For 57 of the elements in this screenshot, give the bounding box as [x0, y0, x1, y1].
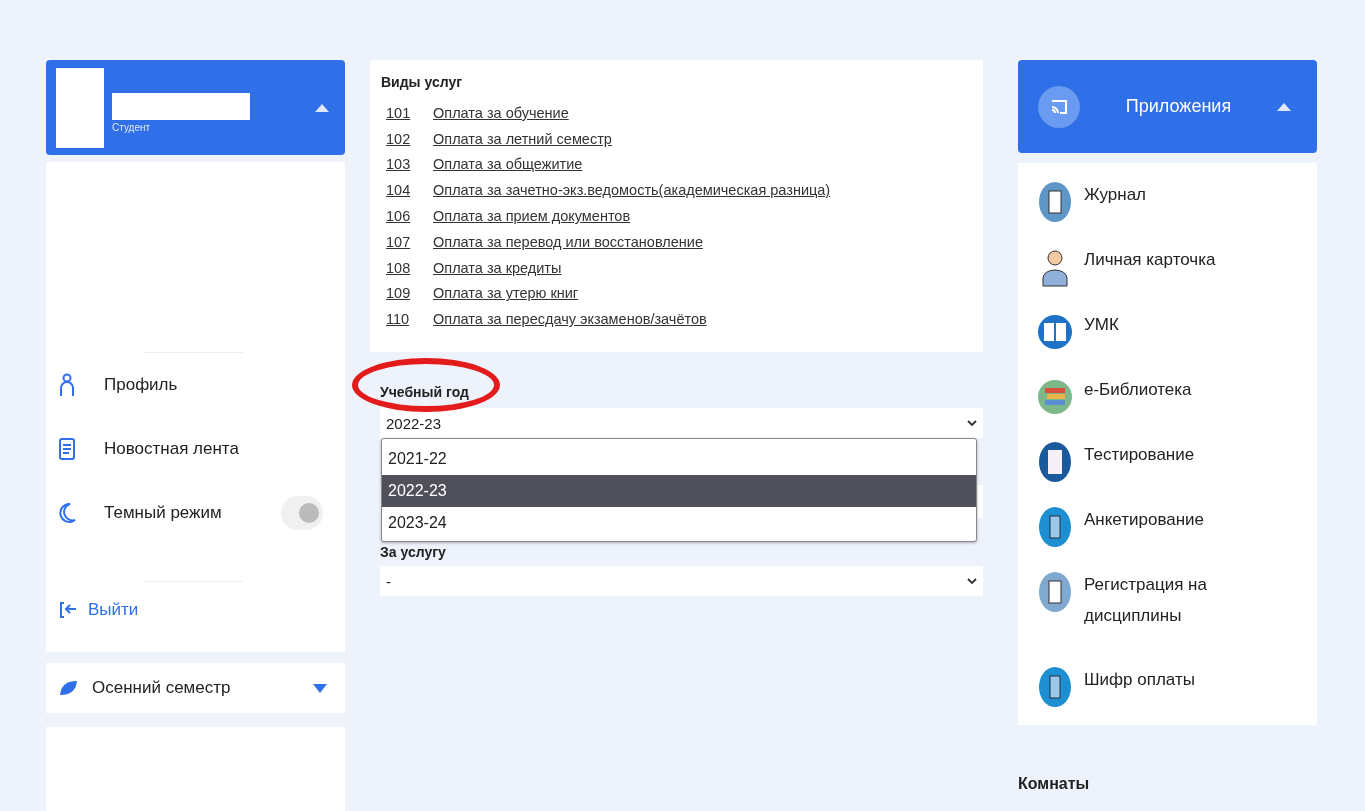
service-link[interactable]: Оплата за обучение [433, 104, 569, 121]
leaf-icon [58, 679, 78, 697]
service-code-link[interactable]: 109 [381, 285, 409, 302]
service-code-link[interactable]: 108 [381, 259, 409, 276]
service-link[interactable]: Оплата за утерю книг [433, 285, 579, 302]
chevron-down-icon [967, 577, 977, 585]
chevron-down-icon [967, 419, 977, 427]
year-select[interactable]: 2022-23 [380, 408, 983, 438]
dropdown-option[interactable]: 2021-22 [382, 443, 976, 475]
section-title: Виды услуг [381, 74, 463, 90]
menu-link[interactable]: Профиль [104, 375, 333, 395]
service-link[interactable]: Оплата за летний семестр [433, 130, 612, 147]
user-role: Студент [112, 121, 152, 133]
clipboard-icon [1038, 181, 1072, 223]
service-code-link[interactable]: 107 [381, 233, 409, 250]
service-link[interactable]: Оплата за зачетно-экз.ведомость(академическая разница) [433, 182, 831, 199]
field-label: За услугу [380, 544, 447, 560]
service-code-link[interactable]: 104 [381, 182, 409, 199]
app-link[interactable]: е-Библиотека [1084, 374, 1234, 405]
service-code-link[interactable]: 101 [381, 104, 409, 121]
app-link[interactable]: Регистрация на дисциплины [1084, 569, 1234, 631]
document-icon [58, 437, 76, 461]
clipboard-icon [1038, 506, 1072, 548]
logout-link[interactable]: Выйти [88, 600, 139, 620]
app-link[interactable]: Личная карточка [1084, 244, 1234, 275]
clipboard-icon [1038, 571, 1072, 613]
app-link[interactable]: Тестирование [1084, 439, 1234, 470]
profile-header[interactable]: Студент [46, 60, 345, 155]
dropdown-option[interactable]: 2022-23 [382, 475, 976, 507]
service-code-link[interactable]: 106 [381, 208, 409, 225]
field-label: Учебный год [380, 384, 470, 400]
semester-selector[interactable]: Осенний семестр [46, 663, 345, 713]
person-icon [58, 373, 76, 397]
service-select[interactable]: - [380, 566, 983, 596]
section-title: Комнаты [1018, 775, 1091, 793]
service-link[interactable]: Оплата за кредиты [433, 259, 562, 276]
dropdown-option[interactable]: 2023-24 [382, 507, 976, 539]
app-link[interactable]: Анкетирование [1084, 504, 1234, 535]
app-link[interactable]: Журнал [1084, 179, 1234, 210]
dark-mode-toggle[interactable] [281, 496, 323, 530]
logout-icon [58, 600, 78, 620]
service-code-link[interactable]: 102 [381, 130, 409, 147]
app-link[interactable]: УМК [1084, 309, 1234, 340]
apps-header[interactable]: Приложения [1018, 60, 1317, 153]
menu-link[interactable]: Новостная лента [104, 439, 333, 459]
service-code-link[interactable]: 110 [381, 311, 409, 328]
app-link[interactable]: Шифр оплаты [1084, 664, 1234, 695]
moon-icon [58, 501, 76, 525]
cast-icon [1038, 85, 1080, 128]
service-code-link[interactable]: 103 [381, 156, 409, 173]
menu-label: Темный режим [104, 503, 223, 523]
service-link[interactable]: Оплата за общежитие [433, 156, 583, 173]
service-link[interactable]: Оплата за прием документов [433, 208, 631, 225]
service-link[interactable]: Оплата за пересдачу экзаменов/зачётов [433, 311, 707, 328]
clipboard-icon [1038, 666, 1072, 708]
test-sheet-icon [1038, 441, 1072, 483]
service-link[interactable]: Оплата за перевод или восстановление [433, 233, 703, 250]
